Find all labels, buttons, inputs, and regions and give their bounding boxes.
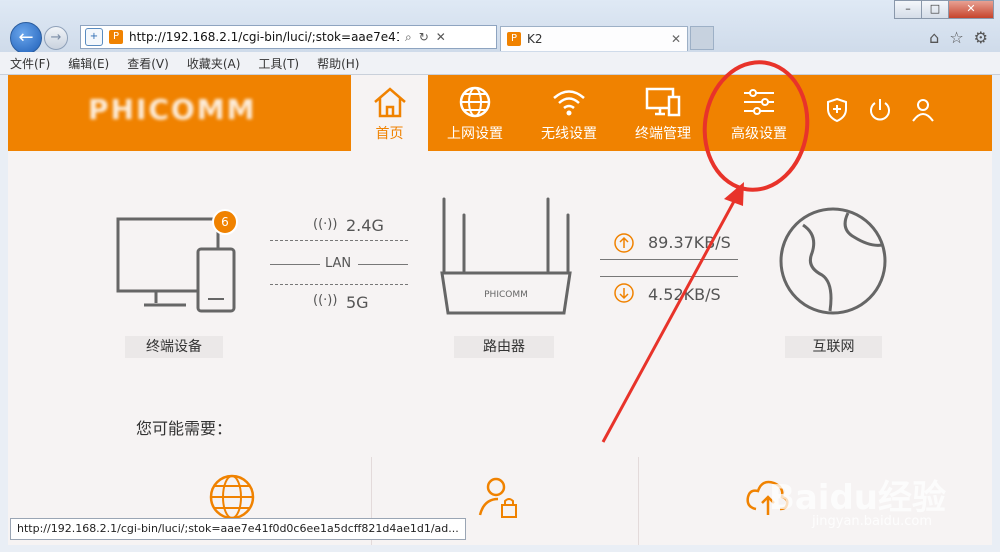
- baidu-watermark-sub: jingyan.baidu.com: [812, 514, 932, 529]
- router-brand: PHICOMM: [484, 290, 528, 300]
- shortcut-globe-icon[interactable]: [208, 473, 256, 521]
- devices-icon: [645, 87, 681, 117]
- nav-internet-label: 上网设置: [447, 126, 503, 142]
- shield-icon[interactable]: [826, 97, 848, 123]
- menu-favorites[interactable]: 收藏夹(A): [177, 55, 249, 72]
- nav-home-label: 首页: [375, 126, 404, 142]
- refresh-icon[interactable]: ↻: [419, 30, 429, 45]
- power-icon[interactable]: [868, 97, 892, 123]
- nav-wireless-settings[interactable]: 无线设置: [530, 75, 608, 151]
- wifi-icon: [553, 90, 585, 116]
- settings-gear-icon[interactable]: ⚙: [974, 28, 988, 47]
- globe-icon: [459, 86, 491, 118]
- nav-device-management[interactable]: 终端管理: [623, 75, 703, 151]
- minimize-button[interactable]: –: [894, 0, 922, 19]
- menu-edit[interactable]: 编辑(E): [58, 55, 117, 72]
- search-icon[interactable]: ⌕: [405, 30, 412, 45]
- status-bar-url: http://192.168.2.1/cgi-bin/luci/;stok=aa…: [10, 518, 466, 540]
- home-icon: [373, 87, 406, 118]
- address-bar[interactable]: + P http://192.168.2.1/cgi-bin/luci/;sto…: [80, 25, 497, 49]
- back-button[interactable]: ←: [10, 22, 42, 54]
- compat-icon: +: [85, 28, 103, 46]
- forward-button[interactable]: →: [44, 26, 68, 50]
- you-may-need-title: 您可能需要：: [136, 419, 233, 438]
- window-controls: – □ ✕: [894, 0, 994, 19]
- site-favicon: P: [109, 30, 123, 44]
- menu-view[interactable]: 查看(V): [117, 55, 177, 72]
- menu-file[interactable]: 文件(F): [0, 55, 58, 72]
- devices-label[interactable]: 终端设备: [125, 336, 223, 358]
- new-tab-button[interactable]: [690, 26, 714, 50]
- internet-globe-icon: [779, 207, 887, 315]
- internet-label[interactable]: 互联网: [785, 336, 882, 358]
- maximize-button[interactable]: □: [921, 0, 949, 19]
- lan-label: LAN: [325, 256, 352, 271]
- address-url[interactable]: http://192.168.2.1/cgi-bin/luci/;stok=aa…: [129, 30, 399, 44]
- nav-internet-settings[interactable]: 上网设置: [436, 75, 514, 151]
- tab-close-icon[interactable]: ✕: [671, 32, 681, 46]
- home-browser-icon[interactable]: ⌂: [929, 28, 939, 47]
- favorites-star-icon[interactable]: ☆: [949, 28, 963, 47]
- close-window-button[interactable]: ✕: [948, 0, 994, 19]
- brand-logo: PHICOMM: [88, 93, 257, 126]
- upload-arrow-icon: [614, 233, 634, 253]
- baidu-watermark: Baidu经验: [768, 478, 946, 518]
- router-label[interactable]: 路由器: [454, 336, 554, 358]
- menu-tools[interactable]: 工具(T): [248, 55, 307, 72]
- menu-bar: 文件(F) 编辑(E) 查看(V) 收藏夹(A) 工具(T) 帮助(H): [0, 52, 1000, 75]
- band-24g: 2.4G: [346, 216, 384, 235]
- user-icon[interactable]: [911, 97, 935, 123]
- tab-favicon: P: [507, 32, 521, 46]
- browser-tab[interactable]: P K2 ✕: [500, 26, 688, 51]
- stop-icon[interactable]: ✕: [436, 30, 446, 45]
- upload-speed: 89.37KB/S: [648, 233, 731, 252]
- download-arrow-icon: [614, 283, 634, 303]
- nav-devices-label: 终端管理: [635, 126, 691, 142]
- nav-wireless-label: 无线设置: [541, 126, 597, 142]
- router-header: PHICOMM 首页 上网设置 无线设置 终端管理 高级设置: [8, 75, 992, 151]
- download-speed: 4.52KB/S: [648, 285, 721, 304]
- device-count-badge: 6: [212, 209, 238, 235]
- tab-title: K2: [527, 32, 543, 46]
- wifi-24-icon: ((·)): [313, 217, 338, 232]
- wifi-5-icon: ((·)): [313, 293, 338, 308]
- menu-help[interactable]: 帮助(H): [307, 55, 367, 72]
- router-illustration: PHICOMM: [440, 197, 572, 315]
- shortcut-user-lock-icon[interactable]: [476, 473, 524, 521]
- band-5g: 5G: [346, 293, 369, 312]
- browser-titlebar: – □ ✕ ← → + P http://192.168.2.1/cgi-bin…: [0, 0, 1000, 54]
- nav-home[interactable]: 首页: [351, 75, 428, 151]
